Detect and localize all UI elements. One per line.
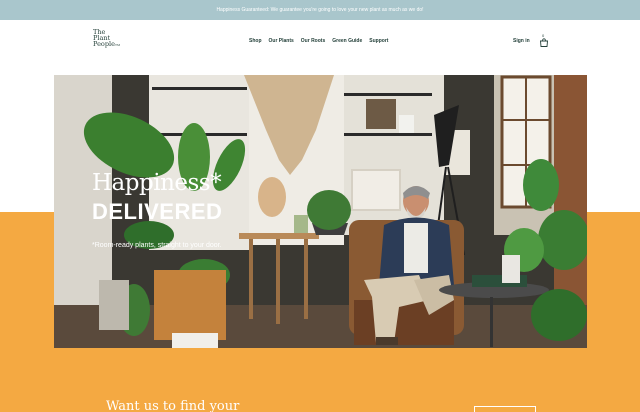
logo-line-3: PeopleTM [93, 40, 121, 49]
nav-shop[interactable]: Shop [249, 38, 262, 44]
announcement-bar: Happiness Guaranteed: We guarantee you'r… [0, 0, 640, 20]
shopping-bag-icon [540, 38, 548, 47]
cart-button[interactable]: 0 [539, 33, 549, 49]
brand-logo[interactable]: The Plant PeopleTM [93, 29, 133, 49]
hero-title-line-1: Happiness* [92, 170, 222, 196]
main-nav: Shop Our Plants Our Roots Green Guide Su… [249, 38, 388, 44]
sign-in-link[interactable]: Sign in [513, 38, 530, 44]
logo-trademark: TM [114, 43, 121, 48]
nav-support[interactable]: Support [369, 38, 388, 44]
hero-banner: Happiness* DELIVERED *Room-ready plants,… [54, 75, 587, 348]
site-header: The Plant PeopleTM Shop Our Plants Our R… [0, 20, 640, 62]
nav-our-roots[interactable]: Our Roots [301, 38, 325, 44]
nav-green-guide[interactable]: Green Guide [332, 38, 362, 44]
hero-title-line-2: DELIVERED [92, 199, 223, 224]
quiz-teaser-heading: Want us to find your [106, 399, 240, 412]
nav-our-plants[interactable]: Our Plants [269, 38, 294, 44]
announcement-text: Happiness Guaranteed: We guarantee you'r… [216, 7, 424, 13]
quiz-teaser-button[interactable] [474, 406, 536, 412]
hero-subtitle: *Room-ready plants, straight to your doo… [92, 242, 222, 249]
